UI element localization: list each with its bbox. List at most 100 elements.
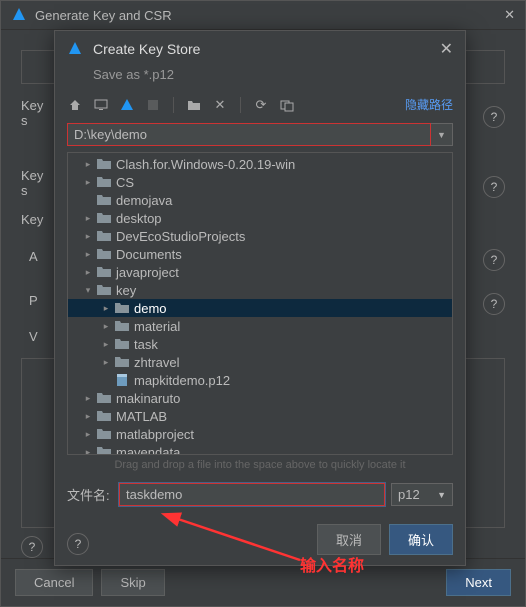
help-icon[interactable]: ? [483,249,505,271]
tree-label: javaproject [116,265,179,280]
file-tree[interactable]: ▸Clash.for.Windows-0.20.19-win▸CSdemojav… [67,152,453,455]
tree-folder[interactable]: ▸ matlabproject [68,425,452,443]
modal-titlebar: Create Key Store ✕ [55,31,465,63]
outer-label: Key s [21,98,49,128]
tree-label: mavendata [116,445,180,456]
folder-icon [114,301,130,315]
tree-arrow-icon[interactable]: ▸ [82,159,94,170]
chevron-down-icon: ▼ [437,490,446,500]
outer-titlebar: Generate Key and CSR ✕ [1,1,525,30]
folder-icon [96,211,112,225]
skip-button[interactable]: Skip [101,569,164,596]
tree-folder[interactable]: ▾ key [68,281,452,299]
tree-label: desktop [116,211,162,226]
folder-icon [96,445,112,455]
tree-arrow-icon[interactable]: ▸ [82,393,94,404]
tree-label: MATLAB [116,409,167,424]
tree-folder[interactable]: demojava [68,191,452,209]
tree-folder[interactable]: ▸ Documents [68,245,452,263]
tree-arrow-icon[interactable]: ▸ [100,303,112,314]
cancel-button[interactable]: Cancel [15,569,93,596]
help-icon[interactable]: ? [483,106,505,128]
refresh-icon[interactable]: ⟳ [253,97,269,113]
tree-arrow-icon[interactable]: ▸ [100,321,112,332]
tree-file[interactable]: mapkitdemo.p12 [68,371,452,389]
folder-icon [114,319,130,333]
tree-arrow-icon[interactable]: ▸ [82,213,94,224]
modal-confirm-button[interactable]: 确认 [389,524,453,555]
modal-cancel-button[interactable]: 取消 [317,524,381,555]
path-dropdown-button[interactable]: ▼ [431,123,453,146]
path-row: ▼ [55,117,465,152]
close-icon[interactable]: ✕ [440,39,453,59]
outer-close-icon[interactable]: ✕ [504,7,515,23]
outer-label: A [21,249,49,264]
chevron-down-icon: ▼ [437,130,446,140]
folder-icon [96,193,112,207]
folder-icon [96,229,112,243]
outer-title: Generate Key and CSR [35,8,504,23]
help-icon[interactable]: ? [483,293,505,315]
modal-footer: ? 取消 确认 [55,514,465,565]
next-button[interactable]: Next [446,569,511,596]
file-icon [114,373,130,387]
tree-label: matlabproject [116,427,194,442]
drag-hint: Drag and drop a file into the space abov… [55,455,465,475]
desktop-icon[interactable] [93,97,109,113]
home-icon[interactable] [67,97,83,113]
folder-icon [96,391,112,405]
tree-folder[interactable]: ▸ desktop [68,209,452,227]
tree-arrow-icon[interactable]: ▸ [82,231,94,242]
outer-label: Key s [21,168,49,198]
tree-arrow-icon[interactable]: ▸ [82,447,94,456]
help-icon[interactable]: ? [67,533,89,555]
tree-label: Documents [116,247,182,262]
module-icon[interactable] [145,97,161,113]
tree-label: key [116,283,136,298]
extension-dropdown[interactable]: p12 ▼ [391,483,453,506]
help-icon[interactable]: ? [21,536,43,558]
tree-folder[interactable]: ▸ mavendata [68,443,452,455]
path-input[interactable] [67,123,431,146]
tree-folder[interactable]: ▸material [68,317,452,335]
tree-arrow-icon[interactable]: ▸ [82,177,94,188]
help-icon[interactable]: ? [483,176,505,198]
tree-arrow-icon[interactable]: ▸ [100,339,112,350]
filename-row: 文件名: p12 ▼ [55,475,465,514]
folder-icon [96,157,112,171]
tree-arrow-icon[interactable]: ▸ [82,249,94,260]
tree-arrow-icon[interactable]: ▸ [82,411,94,422]
tree-arrow-icon[interactable]: ▾ [82,285,94,296]
folder-icon [114,337,130,351]
tree-folder[interactable]: ▸ MATLAB [68,407,452,425]
file-toolbar: ✕ ⟳ 隐藏路径 [55,92,465,117]
outer-label: P [21,293,49,308]
tree-folder[interactable]: ▸ javaproject [68,263,452,281]
tree-folder[interactable]: ▸CS [68,173,452,191]
tree-folder[interactable]: ▸DevEcoStudioProjects [68,227,452,245]
create-keystore-modal: Create Key Store ✕ Save as *.p12 ✕ ⟳ 隐藏路… [54,30,466,566]
folder-icon [96,265,112,279]
extension-value: p12 [398,487,420,502]
modal-title: Create Key Store [93,41,440,57]
folder-icon [114,355,130,369]
tree-folder[interactable]: ▸makinaruto [68,389,452,407]
new-folder-icon[interactable] [186,97,202,113]
tree-label: demo [134,301,167,316]
tree-folder[interactable]: ▸ demo [68,299,452,317]
tree-folder[interactable]: ▸Clash.for.Windows-0.20.19-win [68,155,452,173]
tree-folder[interactable]: ▸zhtravel [68,353,452,371]
folder-icon [96,427,112,441]
tree-arrow-icon[interactable]: ▸ [82,267,94,278]
tree-arrow-icon[interactable]: ▸ [82,429,94,440]
tree-label: task [134,337,158,352]
filename-input[interactable] [119,483,385,506]
delete-icon[interactable]: ✕ [212,97,228,113]
tree-label: mapkitdemo.p12 [134,373,230,388]
hide-path-link[interactable]: 隐藏路径 [405,96,453,113]
tree-arrow-icon[interactable]: ▸ [100,357,112,368]
app-logo-icon [67,41,83,57]
tree-folder[interactable]: ▸ task [68,335,452,353]
show-hidden-icon[interactable] [279,97,295,113]
project-icon[interactable] [119,97,135,113]
